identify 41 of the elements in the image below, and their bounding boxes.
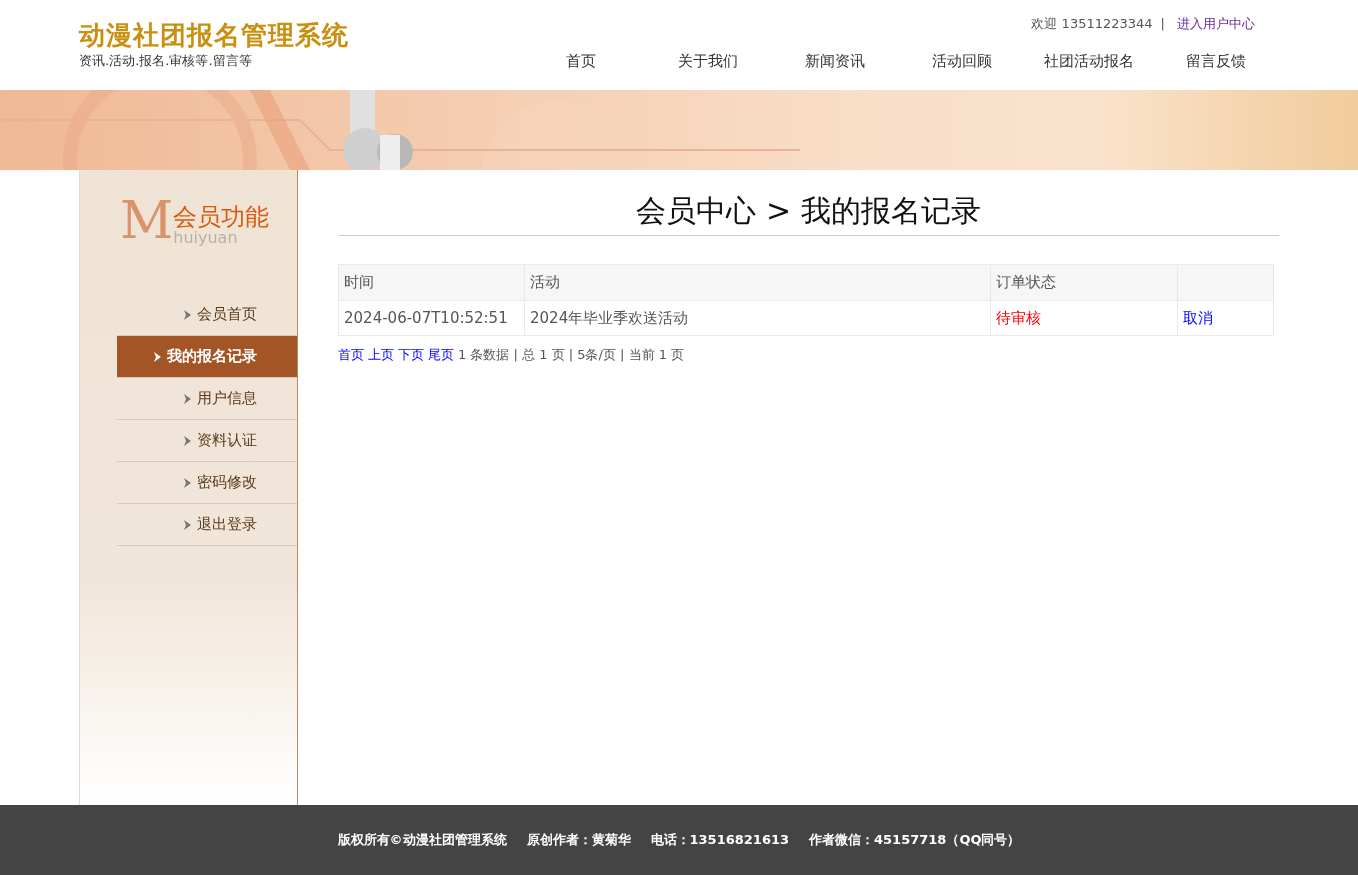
footer-text: 版权所有©动漫社团管理系统 (337, 831, 507, 850)
chevron-icon (184, 435, 191, 446)
footer-text: 电话：13516821613 (650, 831, 789, 850)
nav-link[interactable]: 留言反馈 (1152, 49, 1279, 72)
pagination-link[interactable]: 首页 (338, 345, 364, 365)
table-cell: 待审核 (990, 300, 1178, 336)
pagination-info: 1 条数据 | 总 1 页 | 5条/页 | 当前 1 页 (458, 346, 685, 364)
table-cell: 2024-06-07T10:52:51 (338, 300, 525, 336)
logo-title: 会员功能 (173, 203, 270, 230)
pagination-link[interactable]: 上页 (368, 345, 394, 365)
sidebar-item[interactable]: 退出登录 (117, 504, 297, 546)
chevron-icon (154, 351, 161, 362)
logo-letter: M (120, 194, 174, 246)
nav-link[interactable]: 新闻资讯 (771, 49, 898, 72)
sidebar-item[interactable]: 用户信息 (117, 378, 297, 420)
chevron-icon (184, 519, 191, 530)
cancel-link[interactable]: 取消 (1183, 308, 1213, 327)
footer-text: 作者微信：45157718（QQ同号） (809, 831, 1021, 850)
sidebar-item[interactable]: 资料认证 (117, 420, 297, 462)
page-title: 会员中心 > 我的报名记录 (338, 188, 1279, 236)
table-cell: 2024年毕业季欢送活动 (524, 300, 991, 336)
column-header: 时间 (338, 264, 525, 300)
nav-link[interactable]: 社团活动报名 (1025, 49, 1152, 72)
footer-text: 原创作者：黄菊华 (526, 831, 631, 850)
pagination-link[interactable]: 下页 (398, 345, 424, 365)
nav-link[interactable]: 首页 (517, 49, 644, 72)
chevron-icon (184, 309, 191, 320)
pagination-link[interactable]: 尾页 (428, 345, 454, 365)
user-center-link[interactable]: 进入用户中心 (1177, 14, 1255, 34)
site-subtitle: 资讯.活动.报名.审核等.留言等 (79, 52, 253, 71)
separator-text: | (1160, 15, 1165, 33)
welcome-text: 欢迎 13511223344 (1031, 15, 1153, 33)
nav-link[interactable]: 关于我们 (644, 49, 771, 72)
column-header: 订单状态 (990, 264, 1178, 300)
nav-link[interactable]: 活动回顾 (898, 49, 1025, 72)
sidebar-item[interactable]: 我的报名记录 (117, 336, 297, 378)
chevron-icon (184, 393, 191, 404)
sidebar-item[interactable]: 密码修改 (117, 462, 297, 504)
column-header: 活动 (524, 264, 991, 300)
chevron-icon (184, 477, 191, 488)
site-title: 动漫社团报名管理系统 (79, 20, 349, 52)
